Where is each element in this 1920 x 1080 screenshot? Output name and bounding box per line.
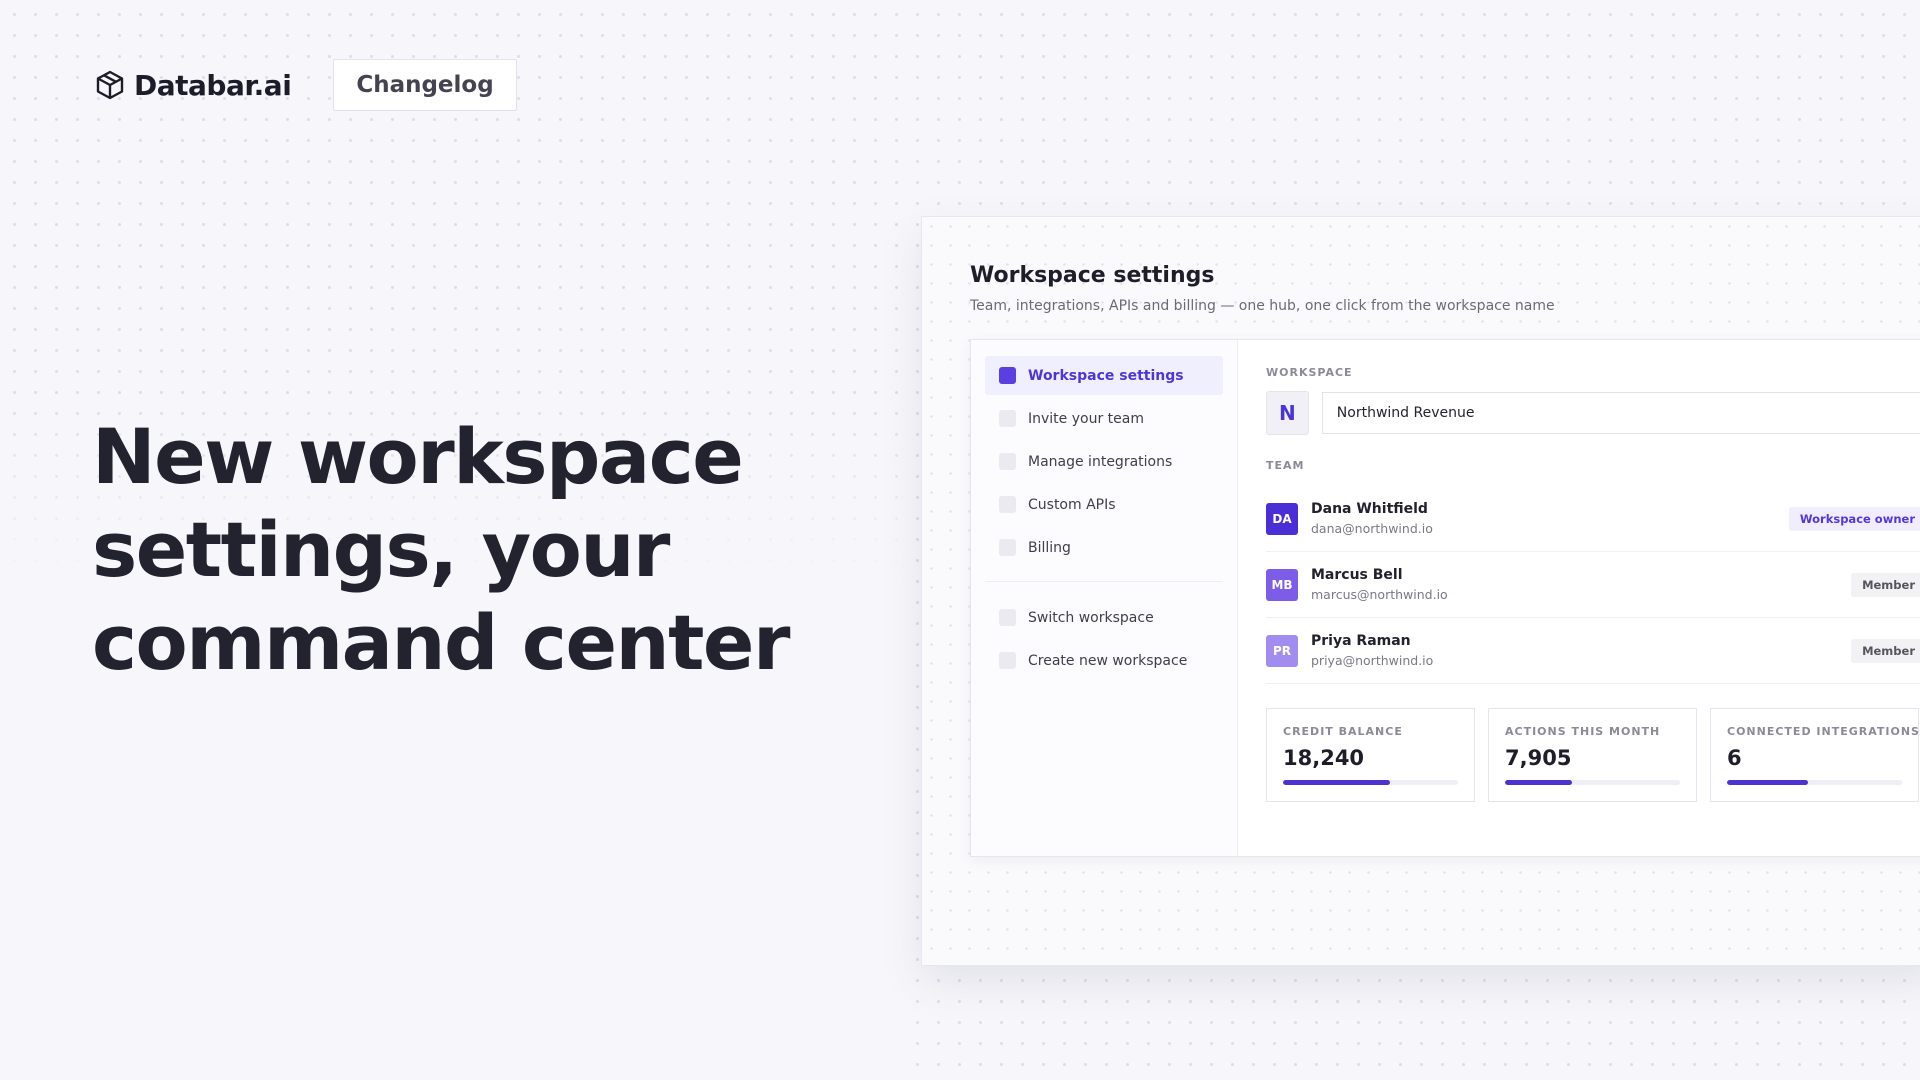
team-member-row[interactable]: DA Dana Whitfield dana@northwind.io Work… bbox=[1266, 486, 1920, 552]
stat-progress-track bbox=[1505, 780, 1680, 785]
nav-square-icon bbox=[999, 496, 1016, 513]
nav-square-icon bbox=[999, 367, 1016, 384]
nav-divider bbox=[985, 581, 1223, 582]
avatar: PR bbox=[1266, 634, 1298, 667]
settings-nav: Workspace settings Invite your team Mana… bbox=[971, 340, 1238, 856]
hero-line: New workspace bbox=[92, 412, 744, 501]
workspace-name-input[interactable] bbox=[1321, 392, 1920, 434]
nav-item-label: Billing bbox=[1028, 539, 1071, 556]
team-member-row[interactable]: PR Priya Raman priya@northwind.io Member bbox=[1266, 618, 1920, 684]
stat-value: 6 bbox=[1727, 746, 1742, 770]
member-info: Priya Raman priya@northwind.io bbox=[1311, 633, 1433, 668]
workspace-badge: N bbox=[1266, 391, 1309, 435]
workspace-row: N bbox=[1266, 391, 1920, 435]
stat-value: 7,905 bbox=[1505, 746, 1572, 770]
hero-line: command center bbox=[92, 598, 790, 687]
nav-item-label: Custom APIs bbox=[1028, 496, 1116, 513]
role-badge[interactable]: Member bbox=[1851, 572, 1920, 597]
nav-item-label: Workspace settings bbox=[1028, 367, 1184, 384]
nav-square-icon bbox=[999, 453, 1016, 470]
member-email: dana@northwind.io bbox=[1311, 521, 1433, 536]
changelog-button[interactable]: Changelog bbox=[333, 59, 517, 111]
settings-title: Workspace settings bbox=[970, 263, 1215, 288]
member-name: Priya Raman bbox=[1311, 633, 1411, 649]
member-name: Marcus Bell bbox=[1311, 567, 1403, 583]
stat-progress-track bbox=[1283, 780, 1458, 785]
settings-content: WORKSPACE N TEAM DA Dana Whitfield dana@… bbox=[1238, 340, 1920, 856]
team-member-row[interactable]: MB Marcus Bell marcus@northwind.io Membe… bbox=[1266, 552, 1920, 618]
product-screenshot: Workspace settings Team, integrations, A… bbox=[921, 216, 1920, 966]
brand-logo[interactable]: Databar.ai bbox=[94, 68, 292, 102]
nav-item-workspace-settings[interactable]: Workspace settings bbox=[985, 356, 1223, 395]
nav-square-icon bbox=[999, 609, 1016, 626]
nav-item-label: Switch workspace bbox=[1028, 609, 1154, 626]
stat-label: ACTIONS THIS MONTH bbox=[1505, 725, 1661, 738]
stat-label: CREDIT BALANCE bbox=[1283, 725, 1403, 738]
workspace-section-label: WORKSPACE bbox=[1266, 366, 1353, 379]
role-badge[interactable]: Workspace owner bbox=[1788, 506, 1920, 531]
team-member-list: DA Dana Whitfield dana@northwind.io Work… bbox=[1266, 486, 1920, 684]
nav-item-manage-integrations[interactable]: Manage integrations bbox=[985, 442, 1223, 481]
member-info: Dana Whitfield dana@northwind.io bbox=[1311, 501, 1433, 536]
stat-label: CONNECTED INTEGRATIONS bbox=[1727, 725, 1920, 738]
cube-icon bbox=[96, 70, 124, 100]
role-badge[interactable]: Member bbox=[1851, 638, 1920, 663]
nav-item-label: Create new workspace bbox=[1028, 652, 1188, 669]
member-email: priya@northwind.io bbox=[1311, 653, 1434, 668]
nav-item-create-workspace[interactable]: Create new workspace bbox=[985, 641, 1223, 680]
nav-item-billing[interactable]: Billing bbox=[985, 528, 1223, 567]
member-name: Dana Whitfield bbox=[1311, 501, 1428, 517]
nav-square-icon bbox=[999, 539, 1016, 556]
stat-progress-fill bbox=[1505, 780, 1572, 785]
stat-card-credit-balance: CREDIT BALANCE 18,240 bbox=[1266, 708, 1475, 802]
stat-card-actions-this-month: ACTIONS THIS MONTH 7,905 bbox=[1488, 708, 1697, 802]
nav-item-switch-workspace[interactable]: Switch workspace bbox=[985, 598, 1223, 637]
nav-item-label: Invite your team bbox=[1028, 410, 1144, 427]
top-bar: Databar.ai Changelog bbox=[94, 59, 517, 111]
stat-progress-track bbox=[1727, 780, 1902, 785]
team-section-label: TEAM bbox=[1266, 459, 1305, 472]
nav-item-invite-team[interactable]: Invite your team bbox=[985, 399, 1223, 438]
stat-progress-fill bbox=[1727, 780, 1808, 785]
nav-item-custom-apis[interactable]: Custom APIs bbox=[985, 485, 1223, 524]
stats-row: CREDIT BALANCE 18,240 ACTIONS THIS MONTH… bbox=[1266, 708, 1920, 802]
stat-progress-fill bbox=[1283, 780, 1390, 785]
stat-value: 18,240 bbox=[1283, 746, 1365, 770]
hero-headline: New workspace settings, your command cen… bbox=[92, 410, 852, 689]
settings-subtitle: Team, integrations, APIs and billing — o… bbox=[970, 298, 1555, 314]
stat-card-connected-integrations: CONNECTED INTEGRATIONS 6 bbox=[1710, 708, 1919, 802]
nav-square-icon bbox=[999, 410, 1016, 427]
nav-square-icon bbox=[999, 652, 1016, 669]
avatar: MB bbox=[1266, 568, 1298, 601]
hero-line: settings, your bbox=[92, 505, 670, 594]
member-info: Marcus Bell marcus@northwind.io bbox=[1311, 567, 1448, 602]
brand-name: Databar.ai bbox=[134, 68, 292, 102]
nav-item-label: Manage integrations bbox=[1028, 453, 1173, 470]
avatar: DA bbox=[1266, 502, 1298, 535]
member-email: marcus@northwind.io bbox=[1311, 587, 1448, 602]
settings-panel: Workspace settings Invite your team Mana… bbox=[970, 339, 1920, 857]
